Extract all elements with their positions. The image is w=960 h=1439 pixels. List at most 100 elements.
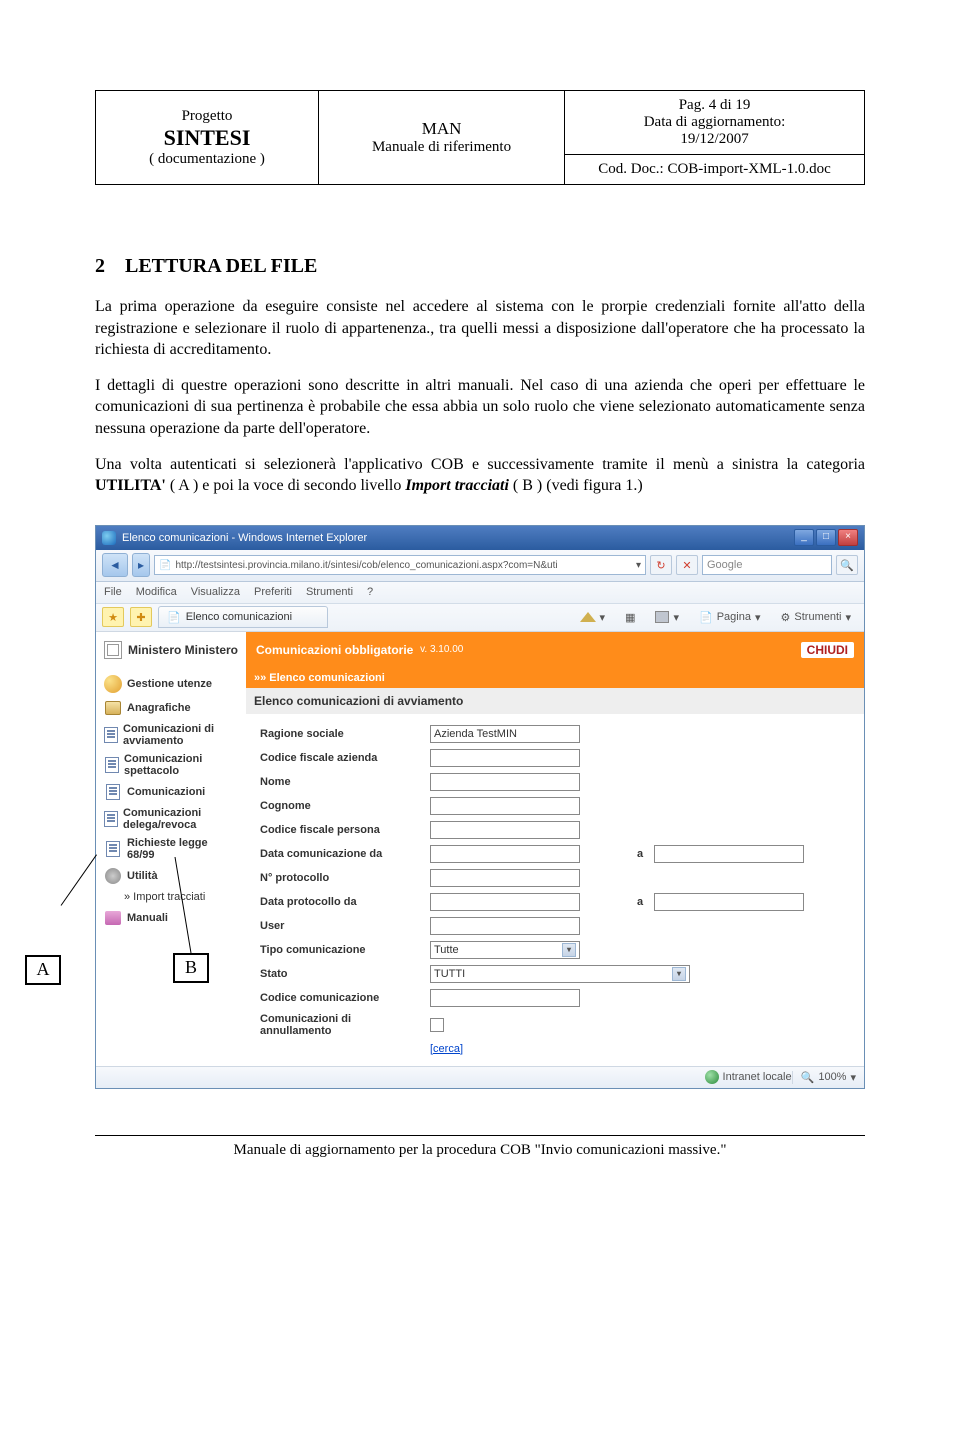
label-data-prot: Data protocollo da [256,890,426,914]
man-sub: Manuale di riferimento [329,139,554,156]
label-user: User [256,914,426,938]
status-bar: Intranet locale 🔍100%▾ [96,1066,864,1088]
feeds-button[interactable]: ▦ [618,607,642,627]
sidebar-item-com-delega[interactable]: Comunicazioni delega/revoca [100,804,242,834]
book-icon [105,701,121,715]
label-data-com: Data comunicazione da [256,842,426,866]
chiudi-button[interactable]: CHIUDI [801,642,854,658]
manuals-icon [105,911,121,925]
input-nprot[interactable] [430,869,580,887]
page-number: Pag. 4 di 19 [575,97,854,114]
input-ragione[interactable]: Azienda TestMIN [430,725,580,743]
app-logo: Ministero Ministero [96,641,246,659]
window-title: Elenco comunicazioni - Windows Internet … [122,532,794,544]
page-icon: 📄 [159,560,171,571]
input-nome[interactable] [430,773,580,791]
label-nome: Nome [256,770,426,794]
logo-icon [104,641,122,659]
home-icon [580,612,596,622]
favorites-star-icon[interactable]: ★ [102,607,124,627]
app-title: Comunicazioni obbligatorie [256,643,413,657]
menu-favorites[interactable]: Preferiti [254,586,292,598]
menu-file[interactable]: File [104,586,122,598]
minimize-button[interactable]: _ [794,529,814,546]
zone-label: Intranet locale [723,1071,792,1083]
tab-icon: 📄 [167,611,181,624]
tab-label: Elenco comunicazioni [186,611,292,623]
browser-tab[interactable]: 📄 Elenco comunicazioni [158,606,328,628]
section-number: 2 [95,255,105,277]
search-box[interactable]: Google [702,555,832,575]
stop-button[interactable]: ✕ [676,555,698,575]
refresh-button[interactable]: ↻ [650,555,672,575]
add-favorite-icon[interactable]: ✚ [130,607,152,627]
sidebar: Gestione utenze Anagrafiche Comunicazion… [96,668,246,1066]
menu-tools[interactable]: Strumenti [306,586,353,598]
select-tipo[interactable]: Tutte▾ [430,941,580,959]
app-header: Ministero Ministero Comunicazioni obblig… [96,632,864,668]
doc-code: Cod. Doc.: COB-import-XML-1.0.doc [575,161,854,178]
menu-help[interactable]: ? [367,586,373,598]
input-data-prot-a[interactable] [654,893,804,911]
maximize-button[interactable]: □ [816,529,836,546]
doc-header-table: Progetto SINTESI ( documentazione ) MAN … [95,90,865,185]
logo-text: Ministero Ministero [128,643,238,657]
url-dropdown-icon[interactable]: ▾ [636,560,641,571]
input-cfa[interactable] [430,749,580,767]
back-button[interactable]: ◄ [102,553,128,577]
label-tipo: Tipo comunicazione [256,938,426,962]
label-cfa: Codice fiscale azienda [256,746,426,770]
paragraph-1: La prima operazione da eseguire consiste… [95,296,865,361]
input-cod[interactable] [430,989,580,1007]
print-button[interactable]: ▾ [648,607,686,627]
forward-button[interactable]: ▸ [132,553,150,577]
address-bar[interactable]: 📄 http://testsintesi.provincia.milano.it… [154,555,646,575]
menu-view[interactable]: Visualizza [191,586,240,598]
label-a1: a [630,842,650,866]
sidebar-item-utilita[interactable]: Utilità [100,864,242,888]
sidebar-item-anagrafiche[interactable]: Anagrafiche [100,696,242,720]
paragraph-3: Una volta autenticati si selezionerà l'a… [95,454,865,497]
page-menu[interactable]: 📄Pagina▾ [692,607,768,627]
sidebar-item-manuali[interactable]: Manuali [100,906,242,930]
project-sub: ( documentazione ) [106,151,308,168]
doc-icon [106,784,120,800]
checkbox-ann[interactable] [430,1018,444,1032]
section-title: 2 LETTURA DEL FILE [95,255,865,278]
tools-menu[interactable]: ⚙Strumenti▾ [774,607,858,627]
cerca-link[interactable]: [cerca] [430,1043,463,1055]
zoom-value: 100% [818,1071,846,1083]
sidebar-item-com-avviamento[interactable]: Comunicazioni di avviamento [100,720,242,750]
sidebar-sub-import-tracciati[interactable]: » Import tracciati [100,888,242,906]
sidebar-item-comunicazioni[interactable]: Comunicazioni [100,780,242,804]
nav-row: ◄ ▸ 📄 http://testsintesi.provincia.milan… [96,550,864,582]
input-user[interactable] [430,917,580,935]
update-label: Data di aggiornamento: [575,114,854,131]
input-cfp[interactable] [430,821,580,839]
input-data-com-a[interactable] [654,845,804,863]
doc-icon [104,811,118,827]
select-stato[interactable]: TUTTI▾ [430,965,690,983]
callout-b: B [173,953,209,983]
ie-icon [102,531,116,545]
paragraph-2: I dettagli di questre operazioni sono de… [95,375,865,440]
label-cognome: Cognome [256,794,426,818]
browser-window: Elenco comunicazioni - Windows Internet … [95,525,865,1089]
gear-icon [105,868,121,884]
project-name: SINTESI [106,125,308,151]
close-button[interactable]: × [838,529,858,546]
man: MAN [329,119,554,139]
input-data-com-da[interactable] [430,845,580,863]
input-cognome[interactable] [430,797,580,815]
home-button[interactable]: ▾ [573,607,613,627]
search-button[interactable]: 🔍 [836,555,858,575]
section-name: LETTURA DEL FILE [125,255,317,277]
sidebar-item-com-spettacolo[interactable]: Comunicazioni spettacolo [100,750,242,780]
label-nprot: N° protocollo [256,866,426,890]
sidebar-item-richieste-6899[interactable]: Richieste legge 68/99 [100,834,242,864]
sidebar-item-gestione-utenze[interactable]: Gestione utenze [100,672,242,696]
url: http://testsintesi.provincia.milano.it/s… [175,560,557,571]
menu-edit[interactable]: Modifica [136,586,177,598]
input-data-prot-da[interactable] [430,893,580,911]
callout-a: A [25,955,61,985]
